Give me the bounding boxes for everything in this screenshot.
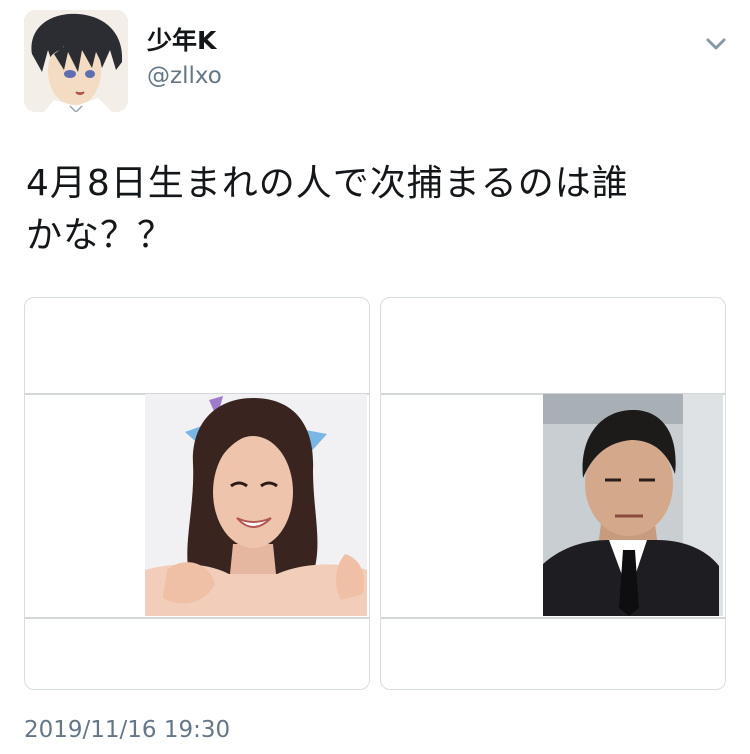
- avatar[interactable]: [24, 10, 128, 112]
- tweet-text-line2: かな？？: [26, 215, 175, 256]
- tweet-card: 少年K @zllxo 4月8日生まれの人で次捕まるのは誰 かな？？ 2019/1…: [0, 0, 750, 754]
- media-image-right[interactable]: [380, 297, 726, 690]
- woman-photo: [145, 394, 367, 616]
- tweet-timestamp[interactable]: 2019/11/16 19:30: [24, 716, 230, 744]
- chevron-down-icon: [706, 38, 726, 50]
- divider: [381, 617, 725, 619]
- woman-portrait: [145, 394, 367, 616]
- tweet-menu-button[interactable]: [700, 30, 732, 58]
- man-photo: [543, 394, 723, 616]
- man-portrait: [543, 394, 723, 616]
- handle[interactable]: @zllxo: [147, 62, 222, 90]
- tweet-text-line1: 4月8日生まれの人で次捕まるのは誰: [26, 163, 629, 204]
- tweet-text: 4月8日生まれの人で次捕まるのは誰 かな？？: [26, 158, 726, 262]
- divider: [25, 617, 369, 619]
- anime-avatar-image: [24, 10, 128, 112]
- media-image-left[interactable]: [24, 297, 370, 690]
- display-name[interactable]: 少年K: [147, 26, 216, 56]
